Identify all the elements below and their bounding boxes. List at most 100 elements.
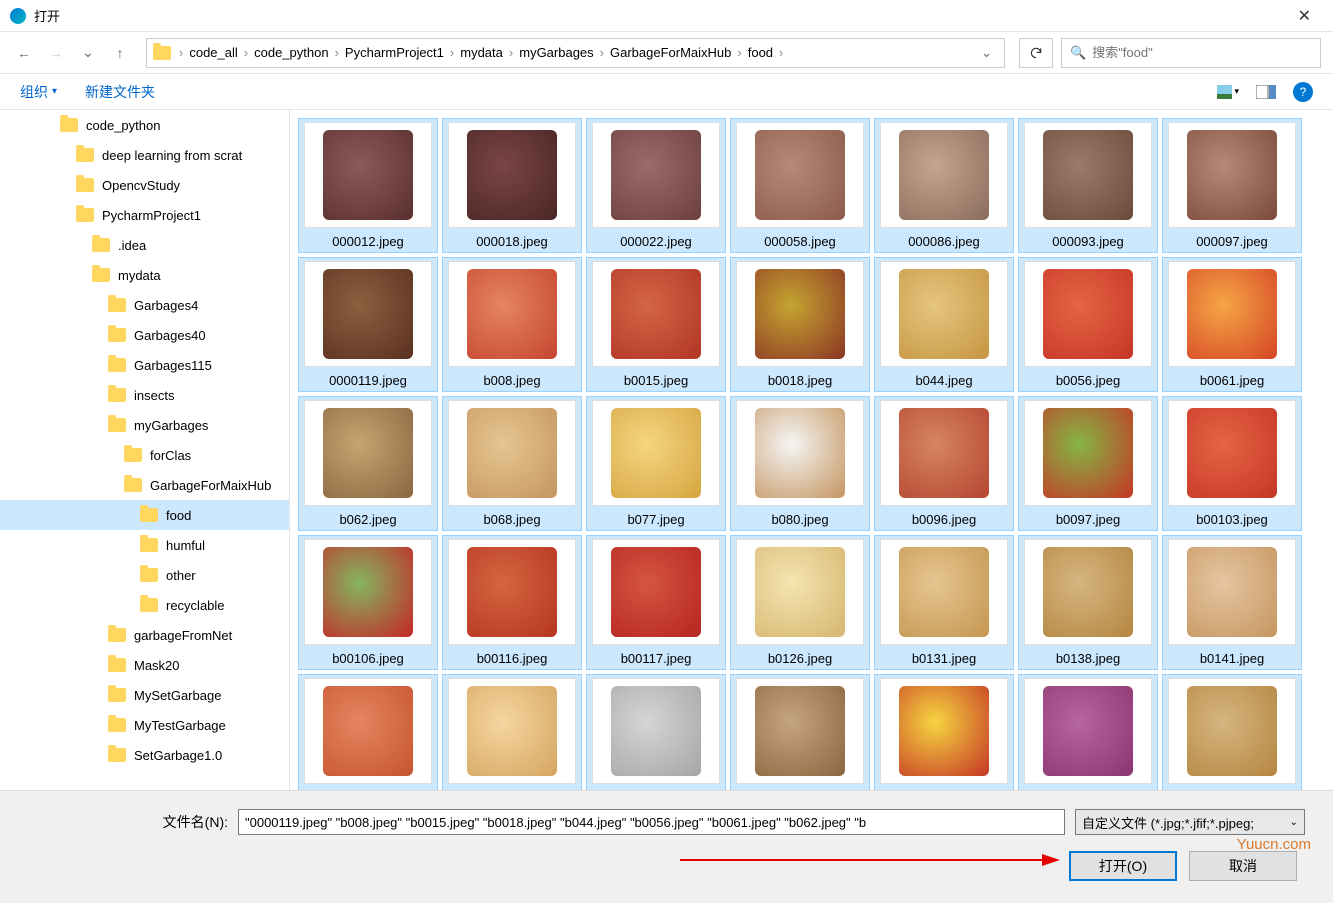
tree-item[interactable]: PycharmProject1 [0,200,289,230]
new-folder-button[interactable]: 新建文件夹 [85,82,155,102]
breadcrumb-item[interactable]: GarbageForMaixHub [606,45,735,60]
search-input[interactable] [1092,45,1312,60]
breadcrumb-item[interactable]: myGarbages [515,45,597,60]
file-thumbnail[interactable]: b080.jpeg [730,396,870,531]
breadcrumb-item[interactable]: mydata [456,45,507,60]
search-box[interactable]: 🔍 [1061,38,1321,68]
thumbnail-image [448,122,576,228]
tree-item[interactable]: code_python [0,110,289,140]
close-button[interactable]: ✕ [1286,2,1323,30]
tree-item[interactable]: Garbages40 [0,320,289,350]
tree-item[interactable]: Mask20 [0,650,289,680]
tree-item[interactable]: GarbageForMaixHub [0,470,289,500]
file-thumbnail[interactable]: b0138.jpeg [1018,535,1158,670]
preview-pane-button[interactable] [1255,83,1277,101]
file-thumbnail[interactable]: b077.jpeg [586,396,726,531]
file-thumbnail[interactable]: b0015.jpeg [586,257,726,392]
tree-item[interactable]: other [0,560,289,590]
tree-item[interactable]: Garbages115 [0,350,289,380]
file-name-label: 000022.jpeg [620,234,692,249]
file-thumbnail[interactable]: 000018.jpeg [442,118,582,253]
file-thumbnail[interactable]: b044.jpeg [874,257,1014,392]
file-thumbnail[interactable]: b0096.jpeg [874,396,1014,531]
tree-item[interactable]: garbageFromNet [0,620,289,650]
file-name-label: b008.jpeg [483,373,540,388]
tree-item[interactable]: humful [0,530,289,560]
breadcrumb-item[interactable]: food [744,45,777,60]
file-thumbnail[interactable] [874,674,1014,790]
up-button[interactable]: ↑ [108,41,132,65]
folder-icon [124,448,142,462]
tree-item[interactable]: MySetGarbage [0,680,289,710]
breadcrumb-item[interactable]: PycharmProject1 [341,45,448,60]
tree-item[interactable]: SetGarbage1.0 [0,740,289,770]
file-thumbnail[interactable]: 000093.jpeg [1018,118,1158,253]
tree-item-label: recyclable [166,598,225,613]
file-thumbnail[interactable] [586,674,726,790]
file-thumbnail[interactable]: b0097.jpeg [1018,396,1158,531]
refresh-button[interactable] [1019,38,1053,68]
file-thumbnail[interactable]: 000012.jpeg [298,118,438,253]
nav-bar: ← → ⌄ ↑ › code_all›code_python›PycharmPr… [0,32,1333,74]
breadcrumb-item[interactable]: code_all [185,45,241,60]
tree-item[interactable]: mydata [0,260,289,290]
help-button[interactable]: ? [1293,82,1313,102]
recent-dropdown[interactable]: ⌄ [76,41,100,65]
file-thumbnail[interactable]: b0061.jpeg [1162,257,1302,392]
file-thumbnail[interactable]: b062.jpeg [298,396,438,531]
file-thumbnail[interactable] [1018,674,1158,790]
file-thumbnail[interactable]: b0131.jpeg [874,535,1014,670]
file-thumbnail[interactable]: b00116.jpeg [442,535,582,670]
file-thumbnail[interactable]: b0126.jpeg [730,535,870,670]
filetype-select[interactable]: 自定义文件 (*.jpg;*.jfif;*.pjpeg; ⌄ [1075,809,1305,835]
file-thumbnail[interactable] [1162,674,1302,790]
file-thumbnail[interactable]: b008.jpeg [442,257,582,392]
main-area: code_pythondeep learning from scrat Openc… [0,110,1333,790]
open-button[interactable]: 打开(O) [1069,851,1177,881]
file-thumbnail[interactable] [442,674,582,790]
file-thumbnail[interactable]: 0000119.jpeg [298,257,438,392]
forward-button[interactable]: → [44,41,68,65]
file-thumbnail[interactable]: b068.jpeg [442,396,582,531]
file-thumbnail[interactable]: b0141.jpeg [1162,535,1302,670]
folder-icon [140,598,158,612]
thumbnail-image [736,678,864,784]
organize-button[interactable]: 组织 ▾ [20,82,57,102]
tree-item[interactable]: insects [0,380,289,410]
file-name-label: 000097.jpeg [1196,234,1268,249]
tree-item[interactable]: .idea [0,230,289,260]
cancel-button[interactable]: 取消 [1189,851,1297,881]
file-thumbnail[interactable]: b00103.jpeg [1162,396,1302,531]
tree-item[interactable]: forClas [0,440,289,470]
file-thumbnail[interactable]: b0018.jpeg [730,257,870,392]
file-thumbnail[interactable] [298,674,438,790]
tree-item[interactable]: OpencvStudy [0,170,289,200]
tree-item[interactable]: Garbages4 [0,290,289,320]
folder-icon [60,118,78,132]
back-button[interactable]: ← [12,41,36,65]
tree-item[interactable]: myGarbages [0,410,289,440]
file-thumbnail[interactable]: 000058.jpeg [730,118,870,253]
file-thumbnail[interactable]: 000097.jpeg [1162,118,1302,253]
breadcrumb-bar[interactable]: › code_all›code_python›PycharmProject1›m… [146,38,1005,68]
file-thumbnail[interactable]: 000086.jpeg [874,118,1014,253]
file-thumbnail[interactable]: b00117.jpeg [586,535,726,670]
path-dropdown[interactable]: ⌄ [973,45,1000,61]
filename-input[interactable] [238,809,1065,835]
tree-item[interactable]: deep learning from scrat [0,140,289,170]
file-name-label: b0015.jpeg [624,373,688,388]
file-thumbnail[interactable]: 000022.jpeg [586,118,726,253]
tree-item[interactable]: recyclable [0,590,289,620]
folder-tree[interactable]: code_pythondeep learning from scrat Openc… [0,110,290,790]
file-name-label: b044.jpeg [915,373,972,388]
tree-item-label: OpencvStudy [102,178,180,193]
tree-item[interactable]: food [0,500,289,530]
search-icon: 🔍 [1070,45,1086,61]
file-grid[interactable]: 000012.jpeg000018.jpeg 000022.jpeg 000058.… [290,110,1333,790]
breadcrumb-item[interactable]: code_python [250,45,332,60]
file-thumbnail[interactable] [730,674,870,790]
tree-item[interactable]: MyTestGarbage [0,710,289,740]
file-thumbnail[interactable]: b00106.jpeg [298,535,438,670]
file-thumbnail[interactable]: b0056.jpeg [1018,257,1158,392]
view-mode-button[interactable]: ▾ [1217,83,1239,101]
